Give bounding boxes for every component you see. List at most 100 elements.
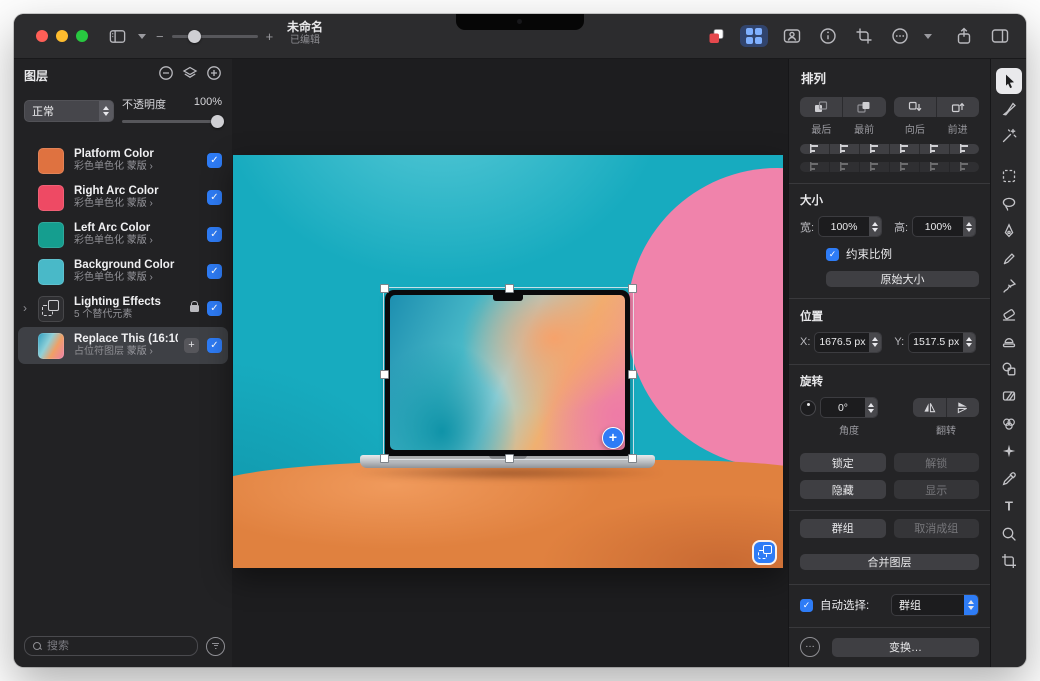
clone-stamp-tool[interactable] — [996, 328, 1022, 354]
layer-visibility-checkbox[interactable] — [207, 227, 222, 242]
y-stepper-arrows[interactable] — [963, 333, 975, 352]
flip-vertical-button[interactable] — [946, 398, 980, 417]
zoom-tool[interactable] — [996, 521, 1022, 547]
sidebar-chevron-icon[interactable] — [138, 34, 146, 39]
color-adjust-tool[interactable] — [996, 411, 1022, 437]
search-filter-button[interactable] — [206, 637, 225, 656]
move-tool[interactable] — [996, 68, 1022, 94]
selection-handle[interactable] — [380, 370, 389, 379]
zoom-out-button[interactable]: − — [156, 29, 164, 44]
align-middle-v-button[interactable] — [919, 144, 949, 154]
layer-row-background-color[interactable]: Background Color 彩色单色化 蒙版 › — [14, 253, 232, 290]
height-stepper[interactable]: 100% — [912, 216, 976, 237]
auto-select-stepper[interactable] — [964, 595, 978, 615]
layer-visibility-checkbox[interactable] — [207, 153, 222, 168]
hide-button[interactable]: 隐藏 — [800, 480, 886, 499]
add-replacement-button[interactable]: + — [184, 338, 199, 353]
selection-handle[interactable] — [628, 454, 637, 463]
layer-row-lighting-effects[interactable]: Lighting Effects 5 个替代元素 — [14, 290, 232, 327]
crop-rotate-icon[interactable] — [852, 24, 876, 48]
distribute-center-h-button[interactable] — [829, 162, 859, 172]
style-brush-tool[interactable] — [996, 96, 1022, 122]
text-tool[interactable]: T — [996, 493, 1022, 519]
y-stepper[interactable]: 1517.5 px — [908, 332, 976, 353]
flip-horizontal-button[interactable] — [913, 398, 946, 417]
distribute-bottom-button[interactable] — [949, 162, 979, 172]
send-backward-button[interactable] — [894, 97, 936, 117]
info-icon[interactable] — [816, 24, 840, 48]
group-button[interactable]: 群组 — [800, 519, 886, 538]
distribute-top-button[interactable] — [889, 162, 919, 172]
send-to-back-button[interactable] — [800, 97, 842, 117]
document-artwork[interactable]: + — [233, 155, 783, 568]
add-media-button[interactable]: + — [602, 427, 624, 449]
selection-handle[interactable] — [505, 284, 514, 293]
blend-mode-stepper[interactable] — [99, 101, 113, 121]
replace-placeholder-badge[interactable] — [754, 542, 775, 563]
layer-mask-link[interactable]: 蒙版 › — [127, 235, 153, 246]
show-button[interactable]: 显示 — [894, 480, 980, 499]
opacity-slider-knob[interactable] — [211, 115, 224, 128]
selection-box[interactable]: + — [383, 287, 634, 460]
shapes-tool[interactable] — [996, 356, 1022, 382]
rotation-dial[interactable] — [800, 400, 816, 416]
distribute-middle-v-button[interactable] — [919, 162, 949, 172]
selection-handle[interactable] — [380, 454, 389, 463]
align-top-button[interactable] — [889, 144, 919, 154]
distribute-left-button[interactable] — [800, 162, 829, 172]
merge-layers-button[interactable]: 合并图层 — [800, 554, 979, 570]
layer-search-field[interactable] — [24, 636, 198, 656]
ungroup-button[interactable]: 取消成组 — [894, 519, 980, 538]
height-stepper-arrows[interactable] — [963, 217, 975, 236]
selection-handle[interactable] — [380, 284, 389, 293]
selection-handle[interactable] — [628, 370, 637, 379]
layer-mask-link[interactable]: 蒙版 › — [127, 272, 153, 283]
layer-visibility-checkbox[interactable] — [207, 301, 222, 316]
effects-tool[interactable] — [996, 438, 1022, 464]
color-swatches-icon[interactable] — [704, 24, 728, 48]
panel-options-icon[interactable] — [800, 637, 820, 657]
layer-mask-link[interactable]: 蒙版 › — [127, 161, 153, 172]
gradient-tool[interactable] — [996, 383, 1022, 409]
align-left-button[interactable] — [800, 144, 829, 154]
bring-forward-button[interactable] — [936, 97, 979, 117]
bring-to-front-button[interactable] — [842, 97, 885, 117]
angle-stepper[interactable]: 0° — [820, 397, 878, 418]
align-right-button[interactable] — [859, 144, 889, 154]
layer-visibility-checkbox[interactable] — [207, 338, 222, 353]
align-bottom-button[interactable] — [949, 144, 979, 154]
layer-mask-link[interactable]: 蒙版 › — [127, 346, 153, 357]
layer-row-replace-this[interactable]: Replace This (16:10… 占位符图层 蒙版 › + — [18, 327, 228, 364]
disclosure-chevron-icon[interactable] — [23, 301, 27, 315]
right-panel-toggle-icon[interactable] — [988, 24, 1012, 48]
selection-handle[interactable] — [628, 284, 637, 293]
auto-select-dropdown[interactable]: 群组 — [891, 594, 979, 616]
canvas-area[interactable]: + — [232, 58, 788, 667]
layer-row-right-arc-color[interactable]: Right Arc Color 彩色单色化 蒙版 › — [14, 179, 232, 216]
distribute-right-button[interactable] — [859, 162, 889, 172]
layer-row-platform-color[interactable]: Platform Color 彩色单色化 蒙版 › — [14, 142, 232, 179]
pen-tool[interactable] — [996, 218, 1022, 244]
x-stepper-arrows[interactable] — [869, 333, 881, 352]
zoom-slider[interactable] — [172, 35, 258, 38]
close-window-button[interactable] — [36, 30, 48, 42]
sidebar-toggle-icon[interactable] — [106, 25, 128, 47]
angle-stepper-arrows[interactable] — [865, 398, 877, 417]
minimize-window-button[interactable] — [56, 30, 68, 42]
paint-brush-tool[interactable] — [996, 273, 1022, 299]
align-center-h-button[interactable] — [829, 144, 859, 154]
layer-visibility-checkbox[interactable] — [207, 264, 222, 279]
lasso-tool[interactable] — [996, 191, 1022, 217]
constrain-proportions-checkbox[interactable] — [826, 248, 839, 261]
zoom-slider-knob[interactable] — [188, 30, 201, 43]
auto-select-checkbox[interactable] — [800, 599, 813, 612]
more-ellipsis-icon[interactable] — [888, 24, 912, 48]
templates-grid-icon[interactable] — [740, 25, 768, 47]
add-layer-icon[interactable] — [206, 65, 222, 86]
magic-wand-tool[interactable] — [996, 123, 1022, 149]
blend-mode-select[interactable]: 正常 — [24, 100, 114, 122]
x-stepper[interactable]: 1676.5 px — [814, 332, 882, 353]
crop-tool[interactable] — [996, 548, 1022, 574]
layer-visibility-checkbox[interactable] — [207, 190, 222, 205]
more-chevron-icon[interactable] — [924, 34, 932, 39]
